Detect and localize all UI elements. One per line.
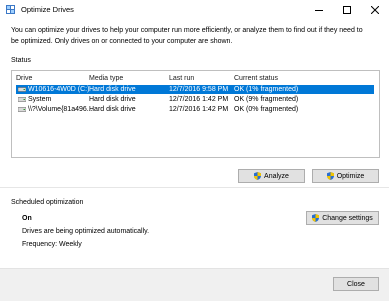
scheduled-section-label: Scheduled optimization [11, 199, 84, 206]
table-row[interactable]: \\?\Volume{81a496... Hard disk drive 12/… [16, 105, 374, 114]
hard-drive-icon [18, 107, 26, 112]
drive-name: \\?\Volume{81a496... [28, 106, 93, 113]
column-header-last-run[interactable]: Last run [169, 75, 194, 82]
analyze-button[interactable]: Analyze [238, 169, 305, 183]
current-status: OK (0% fragmented) [234, 106, 299, 113]
last-run: 12/7/2016 1:42 PM [169, 106, 229, 113]
hard-drive-icon [18, 87, 26, 92]
maximize-button[interactable] [333, 0, 361, 20]
maximize-icon [343, 6, 351, 14]
analyze-label: Analyze [264, 172, 289, 180]
close-label: Close [347, 280, 365, 288]
window-title: Optimize Drives [21, 5, 74, 14]
change-settings-button[interactable]: Change settings [306, 211, 379, 225]
uac-shield-icon [326, 172, 334, 180]
table-row[interactable]: W10616-4W0D (C:) Hard disk drive 12/7/20… [16, 85, 374, 94]
current-status: OK (1% fragmented) [234, 86, 299, 93]
last-run: 12/7/2016 9:58 PM [169, 86, 229, 93]
schedule-state: On [22, 215, 32, 222]
status-section-label: Status [11, 57, 31, 64]
media-type: Hard disk drive [89, 96, 136, 103]
change-settings-label: Change settings [322, 214, 373, 222]
description-text: You can optimize your drives to help you… [11, 27, 363, 45]
hard-drive-icon [18, 97, 26, 102]
optimize-label: Optimize [336, 172, 365, 180]
section-divider [0, 187, 389, 188]
minimize-button[interactable] [305, 0, 333, 20]
minimize-icon [315, 10, 323, 11]
uac-shield-icon [312, 214, 320, 222]
defrag-icon [6, 5, 15, 14]
footer-bar [0, 268, 389, 301]
close-window-button[interactable] [361, 0, 389, 20]
drive-name: System [28, 96, 52, 103]
last-run: 12/7/2016 1:42 PM [169, 96, 229, 103]
media-type: Hard disk drive [89, 86, 136, 93]
current-status: OK (9% fragmented) [234, 96, 299, 103]
drive-name: W10616-4W0D (C:) [28, 86, 90, 93]
close-icon [371, 6, 379, 14]
column-header-media-type[interactable]: Media type [89, 75, 123, 82]
column-header-current-status[interactable]: Current status [234, 75, 278, 82]
schedule-frequency: Frequency: Weekly [22, 241, 82, 248]
drive-list[interactable]: Drive Media type Last run Current status… [11, 70, 380, 158]
table-row[interactable]: System Hard disk drive 12/7/2016 1:42 PM… [16, 95, 374, 104]
title-bar[interactable]: Optimize Drives [0, 0, 389, 20]
schedule-info: Drives are being optimized automatically… [22, 228, 150, 235]
optimize-button[interactable]: Optimize [312, 169, 379, 183]
column-header-drive[interactable]: Drive [16, 75, 32, 82]
uac-shield-icon [254, 172, 262, 180]
media-type: Hard disk drive [89, 106, 136, 113]
close-button[interactable]: Close [333, 277, 379, 291]
